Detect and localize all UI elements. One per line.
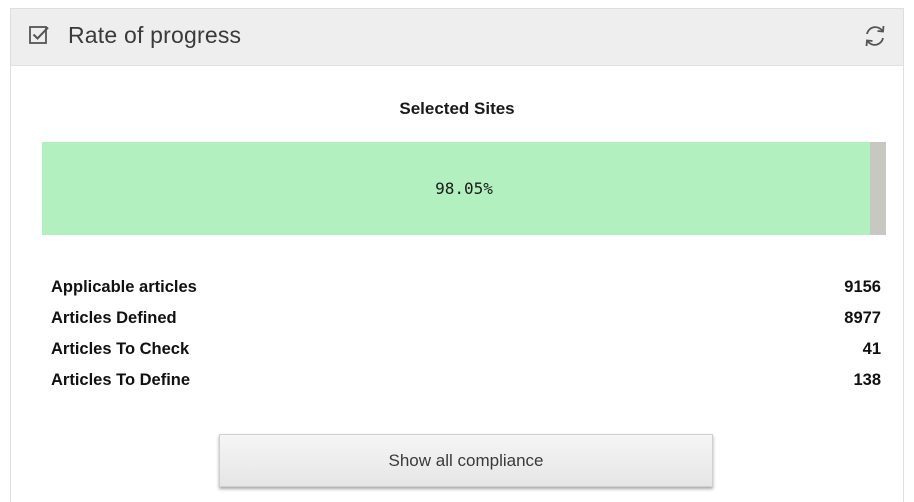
checkbox-checked-icon [28,24,50,46]
stat-value: 41 [862,340,881,358]
stats-list: Applicable articles 9156 Articles Define… [51,277,881,401]
rate-of-progress-panel: Rate of progress Selected Sites 98.05% A… [10,8,904,502]
progress-bar: 98.05% [42,142,886,235]
stat-row-articles-defined: Articles Defined 8977 [51,308,881,339]
stat-value: 9156 [844,278,881,296]
stat-row-articles-to-check: Articles To Check 41 [51,339,881,370]
panel-title: Rate of progress [68,22,242,48]
show-all-compliance-button[interactable]: Show all compliance [219,434,713,487]
stat-label: Applicable articles [51,278,197,296]
stat-row-articles-to-define: Articles To Define 138 [51,370,881,401]
panel-header: Rate of progress [11,9,903,66]
stat-label: Articles Defined [51,309,177,327]
stat-value: 8977 [844,309,881,327]
stat-label: Articles To Define [51,371,191,389]
refresh-icon[interactable] [861,22,889,50]
stat-row-applicable-articles: Applicable articles 9156 [51,277,881,308]
section-title: Selected Sites [399,99,515,118]
progress-percentage: 98.05% [435,179,493,198]
stat-value: 138 [853,371,881,389]
stat-label: Articles To Check [51,340,190,358]
